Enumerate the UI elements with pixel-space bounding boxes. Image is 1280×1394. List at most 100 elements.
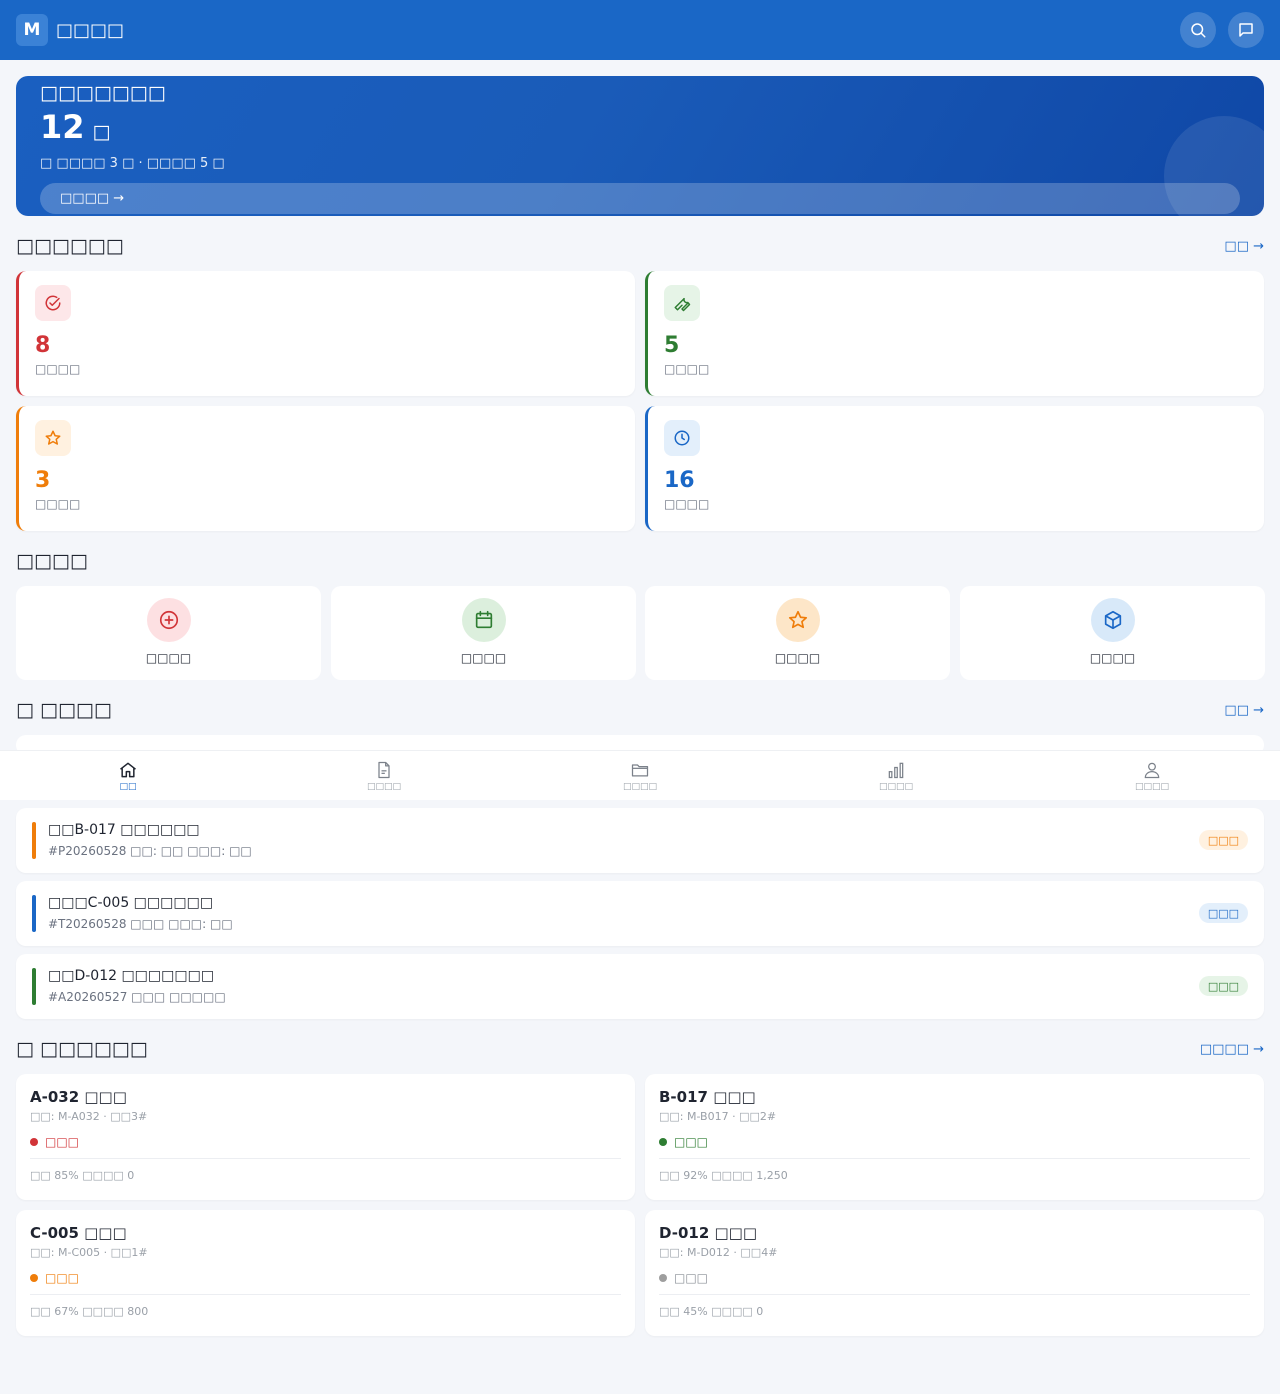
hero-banner: □□□□□□□ 12 □ □ □□□□ 3 □ · □□□□ 5 □ □□□□ … — [16, 76, 1264, 216]
nav-item-files[interactable]: □□□□ — [512, 751, 768, 800]
device-subtitle: □□: M-C005 · □□1# — [30, 1246, 148, 1259]
task-meta: #A20260527 □□□ □□□□□ — [48, 990, 226, 1004]
quick-action-label: □□□□ — [145, 651, 192, 665]
task-item[interactable]: □□D-012 □□□□□□□ #A20260527 □□□ □□□□□ □□□ — [16, 954, 1264, 1019]
divider — [30, 1158, 621, 1159]
nav-label: □□□□ — [622, 781, 657, 792]
nav-item-profile[interactable]: □□□□ — [1024, 751, 1280, 800]
device-subtitle: □□: M-D012 · □□4# — [659, 1246, 778, 1259]
home-icon — [120, 762, 136, 777]
app-title: □□□□ — [56, 19, 125, 41]
nav-label: □□□□ — [1134, 781, 1169, 792]
device-status: □□□ — [30, 1135, 621, 1149]
quick-action[interactable]: □□□□ — [331, 586, 636, 680]
status-badge: □□□ — [1198, 976, 1248, 996]
quick-action[interactable]: □□□□ — [645, 586, 950, 680]
quick-action-label: □□□□ — [774, 651, 821, 665]
bottom-nav: □□ □□□□ □□□□ □□□□ □□□□ — [0, 750, 1280, 800]
task-priority-bar — [32, 822, 36, 859]
devices-more-link[interactable]: □□□□ → — [1200, 1042, 1264, 1057]
task-meta: #T20260528 □□□ □□□: □□ — [48, 917, 233, 931]
quick-actions-title: □□□□ — [16, 550, 88, 572]
status-badge: □□□ — [1198, 830, 1248, 850]
search-button[interactable] — [1180, 12, 1216, 48]
divider — [659, 1158, 1250, 1159]
device-name: A-032 □□□ — [30, 1088, 127, 1106]
stat-value: 5 — [664, 333, 680, 358]
tasks-more-link[interactable]: □□ → — [1224, 703, 1264, 718]
nav-item-documents[interactable]: □□□□ — [256, 751, 512, 800]
task-item[interactable]: □□B-017 □□□□□□ #P20260528 □□: □□ □□□: □□… — [16, 808, 1264, 873]
device-footer: □□ 85% □□□□ 0 — [30, 1169, 135, 1182]
stat-card[interactable]: 3 □□□□ — [16, 406, 635, 531]
search-icon — [1191, 23, 1206, 38]
stat-value: 16 — [664, 468, 695, 493]
stat-icon-wrap — [35, 285, 71, 321]
device-status: □□□ — [659, 1135, 1250, 1149]
quick-icon-wrap — [461, 598, 506, 642]
message-icon — [1239, 23, 1253, 37]
stat-card[interactable]: 8 □□□□ — [16, 271, 635, 396]
task-item[interactable]: □□□C-005 □□□□□□ #T20260528 □□□ □□□: □□ □… — [16, 881, 1264, 946]
calendar-icon — [475, 610, 492, 629]
user-icon — [1144, 762, 1160, 778]
nav-label: □□□□ — [878, 781, 913, 792]
tasks-title: □ □□□□ — [16, 699, 112, 721]
status-dot — [659, 1138, 667, 1146]
nav-item-home[interactable]: □□ — [0, 751, 256, 800]
hero-title: □□□□□□□ — [40, 82, 166, 104]
top-actions — [1180, 12, 1264, 48]
device-footer: □□ 92% □□□□ 1,250 — [659, 1169, 788, 1182]
device-name: D-012 □□□ — [659, 1224, 758, 1242]
device-footer: □□ 45% □□□□ 0 — [659, 1305, 764, 1318]
top-app-bar: M □□□□ — [0, 0, 1280, 60]
stat-label: □□□□ — [664, 497, 710, 511]
quick-action-label: □□□□ — [460, 651, 507, 665]
wrench-icon — [674, 297, 691, 312]
device-status: □□□ — [30, 1271, 621, 1285]
device-status-label: □□□ — [674, 1271, 709, 1285]
device-subtitle: □□: M-A032 · □□3# — [30, 1110, 148, 1123]
task-priority-bar — [32, 968, 36, 1005]
device-status-label: □□□ — [45, 1135, 80, 1149]
device-card[interactable]: C-005 □□□ □□: M-C005 · □□1# □□□ □□ 67% □… — [16, 1210, 635, 1336]
stat-value: 3 — [35, 468, 51, 493]
stat-label: □□□□ — [35, 362, 81, 376]
divider — [659, 1294, 1250, 1295]
overview-header: □□□□□□ □□ → — [16, 234, 1264, 258]
device-card[interactable]: D-012 □□□ □□: M-D012 · □□4# □□□ □□ 45% □… — [645, 1210, 1264, 1336]
device-footer: □□ 67% □□□□ 800 — [30, 1305, 149, 1318]
plus-circle-icon — [159, 610, 178, 630]
divider — [30, 1294, 621, 1295]
task-meta: #P20260528 □□: □□ □□□: □□ — [48, 844, 252, 858]
device-name: B-017 □□□ — [659, 1088, 756, 1106]
task-title: □□D-012 □□□□□□□ — [48, 968, 215, 984]
device-card[interactable]: B-017 □□□ □□: M-B017 · □□2# □□□ □□ 92% □… — [645, 1074, 1264, 1200]
hero-count-value: 12 — [40, 108, 85, 146]
quick-icon-wrap — [1090, 598, 1135, 642]
quick-action[interactable]: □□□□ — [960, 586, 1265, 680]
stat-label: □□□□ — [664, 362, 710, 376]
quick-action[interactable]: □□□□ — [16, 586, 321, 680]
app-logo[interactable]: M — [16, 14, 48, 46]
device-card[interactable]: A-032 □□□ □□: M-A032 · □□3# □□□ □□ 85% □… — [16, 1074, 635, 1200]
device-status-label: □□□ — [45, 1271, 80, 1285]
stat-icon-wrap — [35, 420, 71, 456]
overview-more-link[interactable]: □□ → — [1224, 239, 1264, 254]
nav-item-stats[interactable]: □□□□ — [768, 751, 1024, 800]
messages-button[interactable] — [1228, 12, 1264, 48]
task-title: □□B-017 □□□□□□ — [48, 822, 200, 838]
stat-card[interactable]: 5 □□□□ — [645, 271, 1264, 396]
quick-action-label: □□□□ — [1089, 651, 1136, 665]
nav-label: □□□□ — [366, 781, 401, 792]
hero-action-button[interactable]: □□□□ → — [40, 183, 1240, 214]
status-dot — [30, 1274, 38, 1282]
stat-label: □□□□ — [35, 497, 81, 511]
device-status: □□□ — [659, 1271, 1250, 1285]
cube-icon — [1104, 610, 1121, 630]
stat-card[interactable]: 16 □□□□ — [645, 406, 1264, 531]
device-status-label: □□□ — [674, 1135, 709, 1149]
document-icon — [378, 761, 390, 778]
task-priority-bar — [32, 895, 36, 932]
status-badge: □□□ — [1198, 903, 1248, 923]
